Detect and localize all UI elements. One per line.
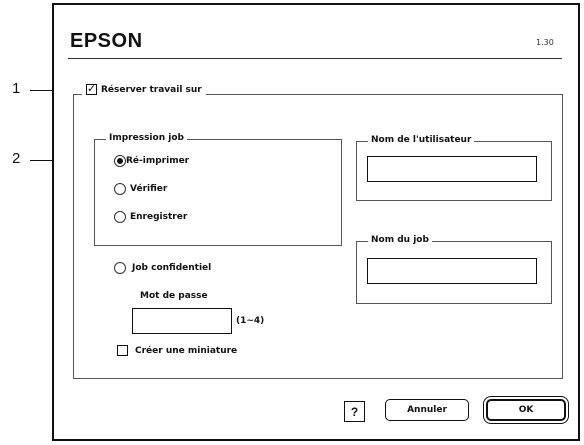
- thumbnail-checkbox[interactable]: [117, 345, 128, 356]
- callout-2: 2: [12, 150, 21, 167]
- job-name-input[interactable]: [367, 258, 537, 284]
- header-divider: [68, 58, 562, 59]
- help-button[interactable]: ?: [344, 401, 365, 422]
- job-name-title: Nom du job: [368, 235, 432, 245]
- ok-button[interactable]: OK: [486, 399, 566, 421]
- password-label: Mot de passe: [140, 291, 208, 301]
- reserve-job-checkbox[interactable]: [86, 82, 97, 95]
- reprint-radio[interactable]: [114, 155, 126, 167]
- reserve-job-checkbox-row[interactable]: Réserver travail sur: [82, 82, 206, 95]
- password-input[interactable]: [132, 308, 232, 334]
- verify-label: Vérifier: [130, 184, 168, 194]
- reserve-job-label: Réserver travail sur: [101, 84, 202, 95]
- user-name-input[interactable]: [367, 156, 537, 182]
- reprint-label: Ré-imprimer: [126, 156, 190, 166]
- user-name-title: Nom de l'utilisateur: [368, 135, 475, 145]
- store-label: Enregistrer: [130, 212, 188, 222]
- confidential-job-radio[interactable]: [114, 262, 126, 274]
- version-label: 1.30: [536, 38, 554, 47]
- brand-title: EPSON: [70, 30, 143, 52]
- thumbnail-label: Créer une miniature: [135, 346, 238, 356]
- store-radio[interactable]: [114, 211, 126, 223]
- cancel-button[interactable]: Annuler: [385, 399, 469, 421]
- callout-1: 1: [12, 80, 21, 97]
- password-hint: (1~4): [236, 316, 265, 326]
- impression-job-title: Impression job: [106, 133, 187, 143]
- confidential-job-label: Job confidentiel: [132, 263, 212, 273]
- verify-radio[interactable]: [114, 183, 126, 195]
